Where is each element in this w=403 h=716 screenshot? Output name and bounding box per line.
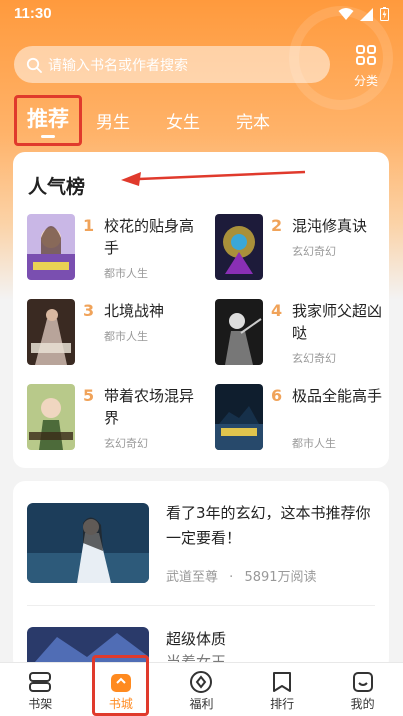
annotation-arrow — [121, 170, 306, 186]
book-genre: 玄幻奇幻 — [292, 352, 336, 365]
rank-number: 2 — [271, 216, 283, 235]
battery-icon — [380, 7, 389, 21]
recommendation-meta: 武道至尊 · 5891万阅读 — [166, 566, 317, 585]
wifi-icon — [338, 7, 354, 20]
nav-bookshelf[interactable]: 书架 — [0, 663, 81, 716]
search-placeholder: 请输入书名或作者搜索 — [48, 57, 188, 74]
ranking-icon — [273, 672, 292, 692]
rank-number: 3 — [83, 301, 95, 320]
popularity-ranking-card: 人气榜 1 校花的贴身高手 都市人生 2 混沌修真诀 玄幻奇幻 3 北境战神 都… — [13, 152, 389, 468]
recommendation-title[interactable]: 超级体质 — [166, 628, 226, 649]
book-title: 带着农场混异界 — [104, 387, 195, 427]
rank-number: 1 — [83, 216, 95, 235]
category-label: 分类 — [353, 74, 378, 88]
tab-label: 女生 — [166, 112, 200, 133]
category-button[interactable]: 分类 — [349, 44, 383, 89]
profile-icon — [352, 672, 373, 692]
book-genre: 都市人生 — [292, 437, 336, 450]
nav-label: 我的 — [350, 697, 375, 711]
book-genre: 玄幻奇幻 — [292, 245, 336, 258]
tab-recommend[interactable]: 推荐 — [14, 94, 82, 146]
tab-label: 完本 — [236, 112, 270, 133]
book-cover — [27, 384, 75, 450]
book-genre: 都市人生 — [104, 330, 148, 343]
recommendation-author: 武道至尊 — [166, 570, 219, 585]
nav-ranking[interactable]: 排行 — [242, 663, 323, 716]
recommendation-card: 看了3年的玄幻，这本书推荐你一定要看！ 武道至尊 · 5891万阅读 超级体质 … — [13, 481, 389, 671]
recommendation-image[interactable] — [27, 503, 149, 583]
channel-tabs: 推荐 男生 女生 完本 — [14, 94, 284, 146]
book-title: 混沌修真诀 — [292, 217, 368, 235]
search-icon — [26, 57, 42, 73]
nav-label: 排行 — [270, 697, 295, 711]
status-icons — [338, 7, 389, 21]
nav-label: 书架 — [28, 697, 53, 711]
book-title: 北境战神 — [104, 302, 165, 320]
divider — [27, 605, 375, 606]
ranking-title: 人气榜 — [28, 176, 86, 198]
tab-completed[interactable]: 完本 — [222, 108, 284, 133]
meta-separator: · — [229, 570, 234, 585]
book-title: 我家师父超凶哒 — [292, 302, 383, 342]
rank-number: 6 — [271, 386, 283, 405]
book-genre: 都市人生 — [104, 267, 148, 280]
ranking-book[interactable]: 4 我家师父超凶哒 玄幻奇幻 — [215, 299, 395, 369]
book-cover — [215, 384, 263, 450]
tab-label: 推荐 — [27, 106, 69, 131]
book-cover — [27, 214, 75, 280]
ranking-book[interactable]: 1 校花的贴身高手 都市人生 — [27, 214, 207, 284]
book-title: 校花的贴身高手 — [104, 217, 195, 257]
tab-active-indicator — [41, 134, 55, 138]
book-cover — [215, 214, 263, 280]
recommendation-title[interactable]: 看了3年的玄幻，这本书推荐你一定要看！ — [166, 501, 376, 551]
signal-icon — [360, 7, 373, 21]
ranking-book[interactable]: 5 带着农场混异界 玄幻奇幻 — [27, 384, 207, 454]
grid-icon — [356, 45, 376, 65]
tab-male[interactable]: 男生 — [82, 108, 144, 133]
status-time: 11:30 — [14, 5, 52, 22]
bottom-navigation: 书架 书城 福利 排行 我的 — [0, 662, 403, 716]
tab-female[interactable]: 女生 — [152, 108, 214, 133]
tab-label: 男生 — [96, 112, 130, 133]
nav-label: 福利 — [189, 697, 214, 711]
ranking-book[interactable]: 2 混沌修真诀 玄幻奇幻 — [215, 214, 395, 284]
status-bar: 11:30 — [0, 0, 403, 28]
rank-number: 4 — [271, 301, 283, 320]
gift-icon — [190, 671, 213, 693]
book-cover — [215, 299, 263, 365]
highlight-box — [92, 655, 149, 716]
search-input[interactable]: 请输入书名或作者搜索 — [14, 46, 330, 83]
ranking-book[interactable]: 6 极品全能高手 都市人生 — [215, 384, 395, 454]
nav-benefits[interactable]: 福利 — [161, 663, 242, 716]
book-genre: 玄幻奇幻 — [104, 437, 148, 450]
ranking-book[interactable]: 3 北境战神 都市人生 — [27, 299, 207, 369]
recommendation-reads: 5891万阅读 — [244, 570, 317, 585]
book-cover — [27, 299, 75, 365]
rank-number: 5 — [83, 386, 95, 405]
nav-profile[interactable]: 我的 — [322, 663, 403, 716]
bookshelf-icon — [29, 672, 52, 692]
book-title: 极品全能高手 — [292, 387, 383, 405]
